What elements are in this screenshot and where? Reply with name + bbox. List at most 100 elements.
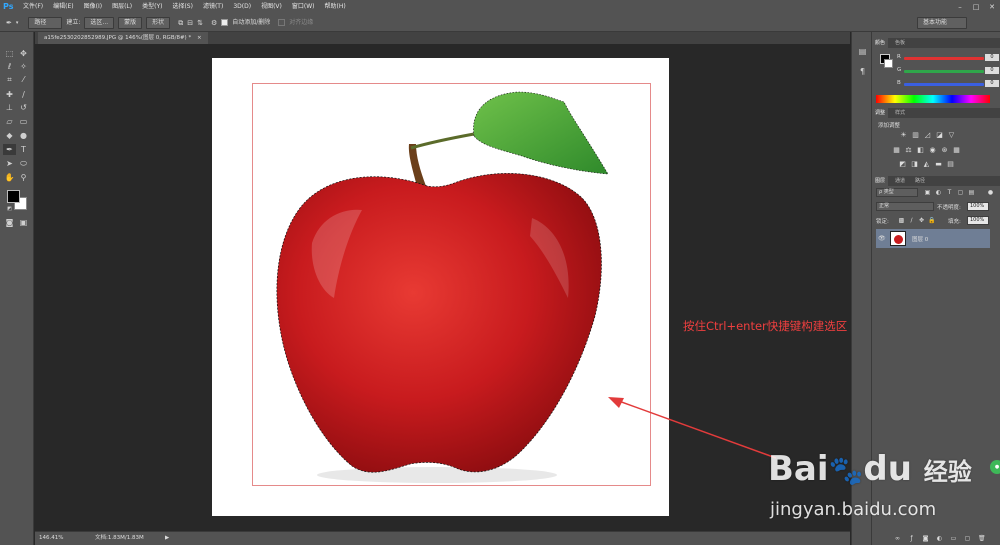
history-brush-icon[interactable]: ↺ <box>17 102 30 113</box>
layer-visibility-eye-icon[interactable]: 👁 <box>878 235 886 242</box>
pixel-filter-icon[interactable]: ▣ <box>924 189 931 196</box>
maximize-button[interactable]: □ <box>968 0 984 14</box>
channel-b-value[interactable]: 0 <box>985 80 999 87</box>
lock-transparent-icon[interactable]: ▩ <box>898 217 905 224</box>
path-alignment-icon[interactable]: ⊟ <box>187 17 193 29</box>
brightness-adjust-icon[interactable]: ☀ <box>899 131 908 139</box>
path-operations-icon[interactable]: ⧉ <box>178 17 183 29</box>
document-canvas[interactable] <box>212 58 669 516</box>
pen-tool-icon[interactable]: ✒ <box>6 17 12 29</box>
channel-r-slider[interactable] <box>904 57 984 60</box>
layer-kind-filter[interactable]: ρ 类型 <box>876 188 918 197</box>
make-shape-button[interactable]: 形状 <box>146 16 171 29</box>
dodge-tool-icon[interactable]: ● <box>17 130 30 141</box>
menu-view[interactable]: 视图(V) <box>256 0 287 14</box>
tool-preset-chevron-icon[interactable]: ▾ <box>16 17 19 29</box>
photo-filter-adjust-icon[interactable]: ◉ <box>928 146 937 154</box>
close-button[interactable]: ✕ <box>984 0 1000 14</box>
type-filter-icon[interactable]: T <box>946 189 953 196</box>
threshold-adjust-icon[interactable]: ◭ <box>922 160 931 168</box>
hand-tool-icon[interactable]: ✋ <box>3 172 16 183</box>
quick-mask-icon[interactable]: ◙ <box>3 217 16 228</box>
default-colors-icon[interactable]: ◩ <box>3 204 16 215</box>
make-selection-button[interactable]: 选区... <box>84 16 115 29</box>
lock-pixels-icon[interactable]: ∕ <box>908 217 915 224</box>
channel-g-slider[interactable] <box>904 70 984 73</box>
menu-image[interactable]: 图像(I) <box>79 0 107 14</box>
channel-b-slider[interactable] <box>904 83 984 86</box>
layer-row[interactable]: 👁 图层 0 <box>876 229 990 248</box>
lock-position-icon[interactable]: ✥ <box>918 217 925 224</box>
channel-g-value[interactable]: 0 <box>985 67 999 74</box>
color-balance-adjust-icon[interactable]: ⚖ <box>904 146 913 154</box>
layer-name[interactable]: 图层 0 <box>912 235 928 243</box>
minimize-button[interactable]: – <box>952 0 968 14</box>
color-spectrum-bar[interactable] <box>876 95 990 103</box>
menu-window[interactable]: 窗口(W) <box>287 0 320 14</box>
vibrance-adjust-icon[interactable]: ▽ <box>947 131 956 139</box>
tab-color[interactable]: 颜色 <box>872 38 889 48</box>
menu-help[interactable]: 帮助(H) <box>320 0 351 14</box>
make-mask-button[interactable]: 蒙版 <box>118 16 143 29</box>
filter-toggle-icon[interactable]: ● <box>987 189 994 196</box>
pen-tool-active-icon[interactable]: ✒ <box>3 144 16 155</box>
menu-type[interactable]: 类型(Y) <box>137 0 167 14</box>
invert-adjust-icon[interactable]: ◩ <box>898 160 907 168</box>
healing-brush-icon[interactable]: ✚ <box>3 89 16 100</box>
blend-mode-select[interactable]: 正常 <box>876 202 934 211</box>
smart-object-filter-icon[interactable]: ▤ <box>968 189 975 196</box>
clone-stamp-icon[interactable]: ⊥ <box>3 102 16 113</box>
workspace-select[interactable]: 基本功能 <box>917 17 967 29</box>
pick-mode-select[interactable]: 路径 <box>28 16 63 29</box>
adjustment-filter-icon[interactable]: ◐ <box>935 189 942 196</box>
tab-layers[interactable]: 图层 <box>872 176 889 186</box>
path-arrangement-icon[interactable]: ⇅ <box>197 17 203 29</box>
menu-filter[interactable]: 滤镜(T) <box>198 0 228 14</box>
canvas-area[interactable] <box>35 44 850 531</box>
tab-channels[interactable]: 通道 <box>892 176 908 186</box>
tab-swatches[interactable]: 色板 <box>892 38 908 48</box>
channel-r-value[interactable]: 0 <box>985 54 999 61</box>
tab-adjustments[interactable]: 调整 <box>872 108 889 118</box>
black-white-adjust-icon[interactable]: ◧ <box>916 146 925 154</box>
path-selection-icon[interactable]: ➤ <box>3 158 16 169</box>
hue-adjust-icon[interactable]: ▦ <box>892 146 901 154</box>
marquee-tool-icon[interactable]: ⬚ <box>3 48 16 59</box>
eraser-icon[interactable]: ▱ <box>3 116 16 127</box>
magic-wand-icon[interactable]: ✧ <box>17 61 30 72</box>
opacity-input[interactable]: 100% <box>967 202 989 211</box>
blur-tool-icon[interactable]: ◆ <box>3 130 16 141</box>
zoom-tool-icon[interactable]: ⚲ <box>17 172 30 183</box>
menu-layer[interactable]: 图层(L) <box>107 0 137 14</box>
status-menu-arrow-icon[interactable]: ▶ <box>165 532 169 544</box>
exposure-adjust-icon[interactable]: ◪ <box>935 131 944 139</box>
auto-add-delete-checkbox[interactable] <box>221 19 229 26</box>
curves-adjust-icon[interactable]: ◿ <box>923 131 932 139</box>
gradient-map-adjust-icon[interactable]: ▬ <box>934 160 943 168</box>
document-size[interactable]: 文档:1.83M/1.83M <box>95 532 144 544</box>
delete-layer-icon[interactable]: 🗑 <box>978 535 986 542</box>
ellipse-tool-icon[interactable]: ⬭ <box>17 158 30 169</box>
foreground-color-swatch[interactable] <box>7 190 20 203</box>
fill-input[interactable]: 100% <box>967 216 989 225</box>
tab-styles[interactable]: 样式 <box>892 108 908 118</box>
menu-edit[interactable]: 编辑(E) <box>48 0 78 14</box>
lock-all-icon[interactable]: 🔒 <box>928 217 935 224</box>
gradient-icon[interactable]: ▭ <box>17 116 30 127</box>
color-lookup-adjust-icon[interactable]: ▦ <box>952 146 961 154</box>
zoom-level[interactable]: 146.41% <box>39 532 63 544</box>
menu-file[interactable]: 文件(F) <box>18 0 48 14</box>
crop-tool-icon[interactable]: ⌗ <box>3 74 16 85</box>
move-tool-icon[interactable]: ✥ <box>17 48 30 59</box>
align-edges-checkbox[interactable] <box>278 19 286 26</box>
lasso-tool-icon[interactable]: ℓ <box>3 61 16 72</box>
channel-mixer-adjust-icon[interactable]: ⊛ <box>940 146 949 154</box>
posterize-adjust-icon[interactable]: ◨ <box>910 160 919 168</box>
properties-panel-icon[interactable]: ¶ <box>856 66 869 77</box>
tab-paths[interactable]: 路径 <box>912 176 928 186</box>
brush-tool-icon[interactable]: ∕ <box>17 89 30 100</box>
panel-background-swatch[interactable] <box>884 59 893 68</box>
document-tab[interactable]: a15fe2530202852989.JPG @ 146%(图层 0, RGB/… <box>38 32 208 44</box>
levels-adjust-icon[interactable]: ▥ <box>911 131 920 139</box>
floating-badge-icon[interactable]: ● <box>990 460 1000 474</box>
